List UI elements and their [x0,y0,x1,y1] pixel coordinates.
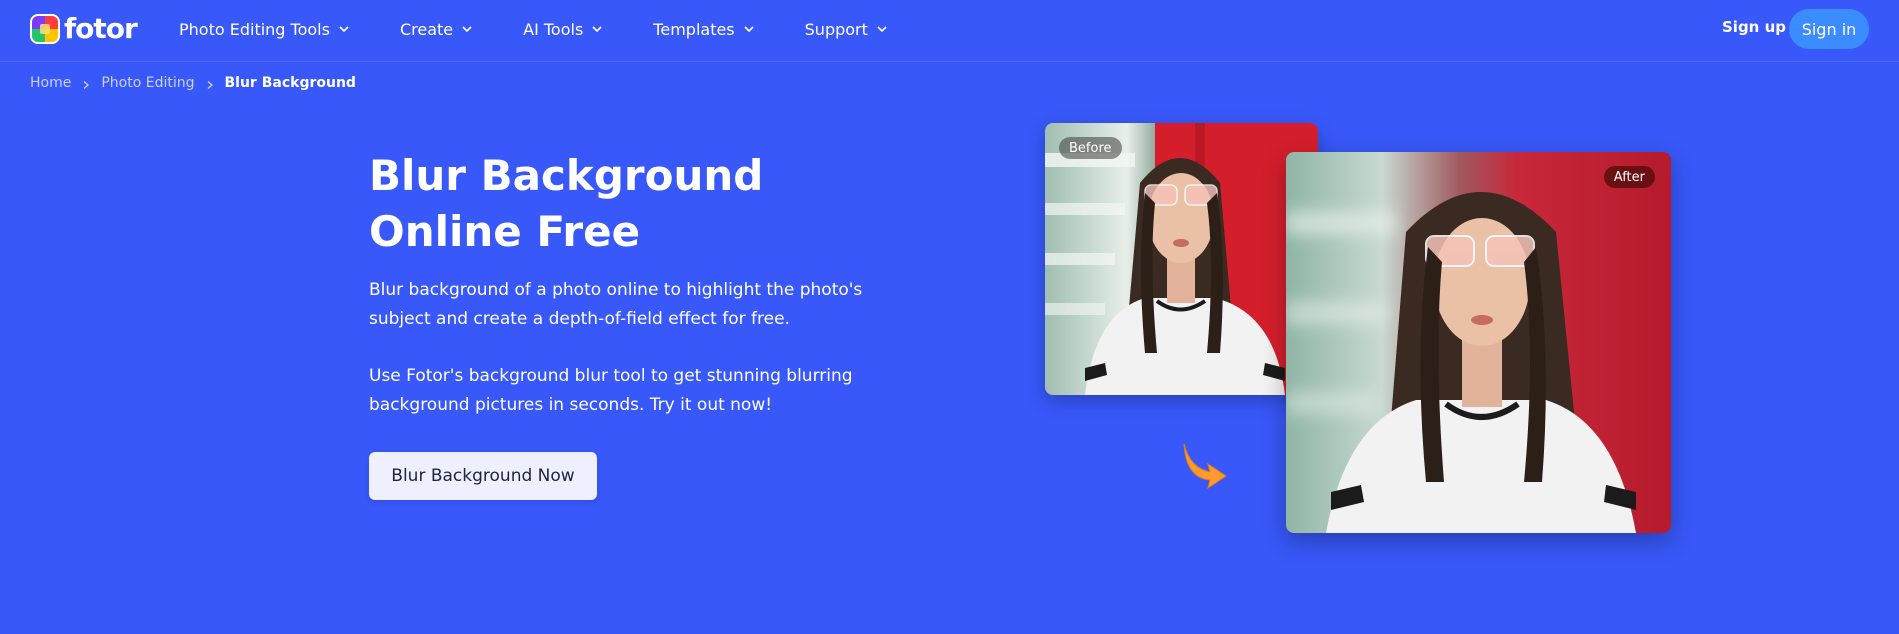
chevron-down-icon [591,23,603,35]
blur-background-now-button[interactable]: Blur Background Now [369,452,597,500]
fotor-logo[interactable]: fotor [30,12,138,45]
chevron-down-icon [461,23,473,35]
nav-create[interactable]: Create [400,20,473,39]
after-image: After [1286,152,1671,533]
nav-item-label: Photo Editing Tools [179,19,330,39]
chevron-down-icon [743,23,755,35]
main-nav: Photo Editing Tools Create AI Tools Temp… [179,0,938,58]
hero-subdescription: Use Fotor's background blur tool to get … [369,366,853,415]
brand-name: fotor [64,12,138,45]
breadcrumb-current: Blur Background [224,75,356,91]
chevron-right-icon [81,78,91,89]
before-badge: Before [1059,137,1122,159]
nav-item-label: Support [804,19,868,39]
fotor-logo-icon [30,14,60,44]
chevron-down-icon [338,23,350,35]
after-badge: After [1603,166,1655,188]
nav-photo-editing-tools[interactable]: Photo Editing Tools [179,20,350,39]
nav-templates[interactable]: Templates [653,20,754,39]
chevron-down-icon [876,23,888,35]
curved-arrow-icon [1180,438,1232,490]
top-header: fotor Photo Editing Tools Create AI Tool… [0,0,1899,62]
breadcrumb: Home Photo Editing Blur Background [30,75,356,91]
breadcrumb-home[interactable]: Home [30,75,71,91]
nav-item-label: AI Tools [523,19,584,39]
hero-description: Blur background of a photo online to hig… [369,280,863,329]
page-title: Blur Background Online Free [369,151,764,256]
nav-item-label: Create [399,19,454,39]
breadcrumb-photo-editing[interactable]: Photo Editing [101,75,194,91]
nav-ai-tools[interactable]: AI Tools [523,20,603,39]
before-image: Before [1045,123,1318,395]
sign-up-link[interactable]: Sign up [1722,18,1786,36]
sign-in-button[interactable]: Sign in [1789,9,1869,49]
chevron-right-icon [205,78,215,89]
before-photo-illustration [1045,123,1318,395]
nav-item-label: Templates [653,19,735,39]
nav-support[interactable]: Support [805,20,888,39]
after-photo-illustration [1286,152,1671,533]
